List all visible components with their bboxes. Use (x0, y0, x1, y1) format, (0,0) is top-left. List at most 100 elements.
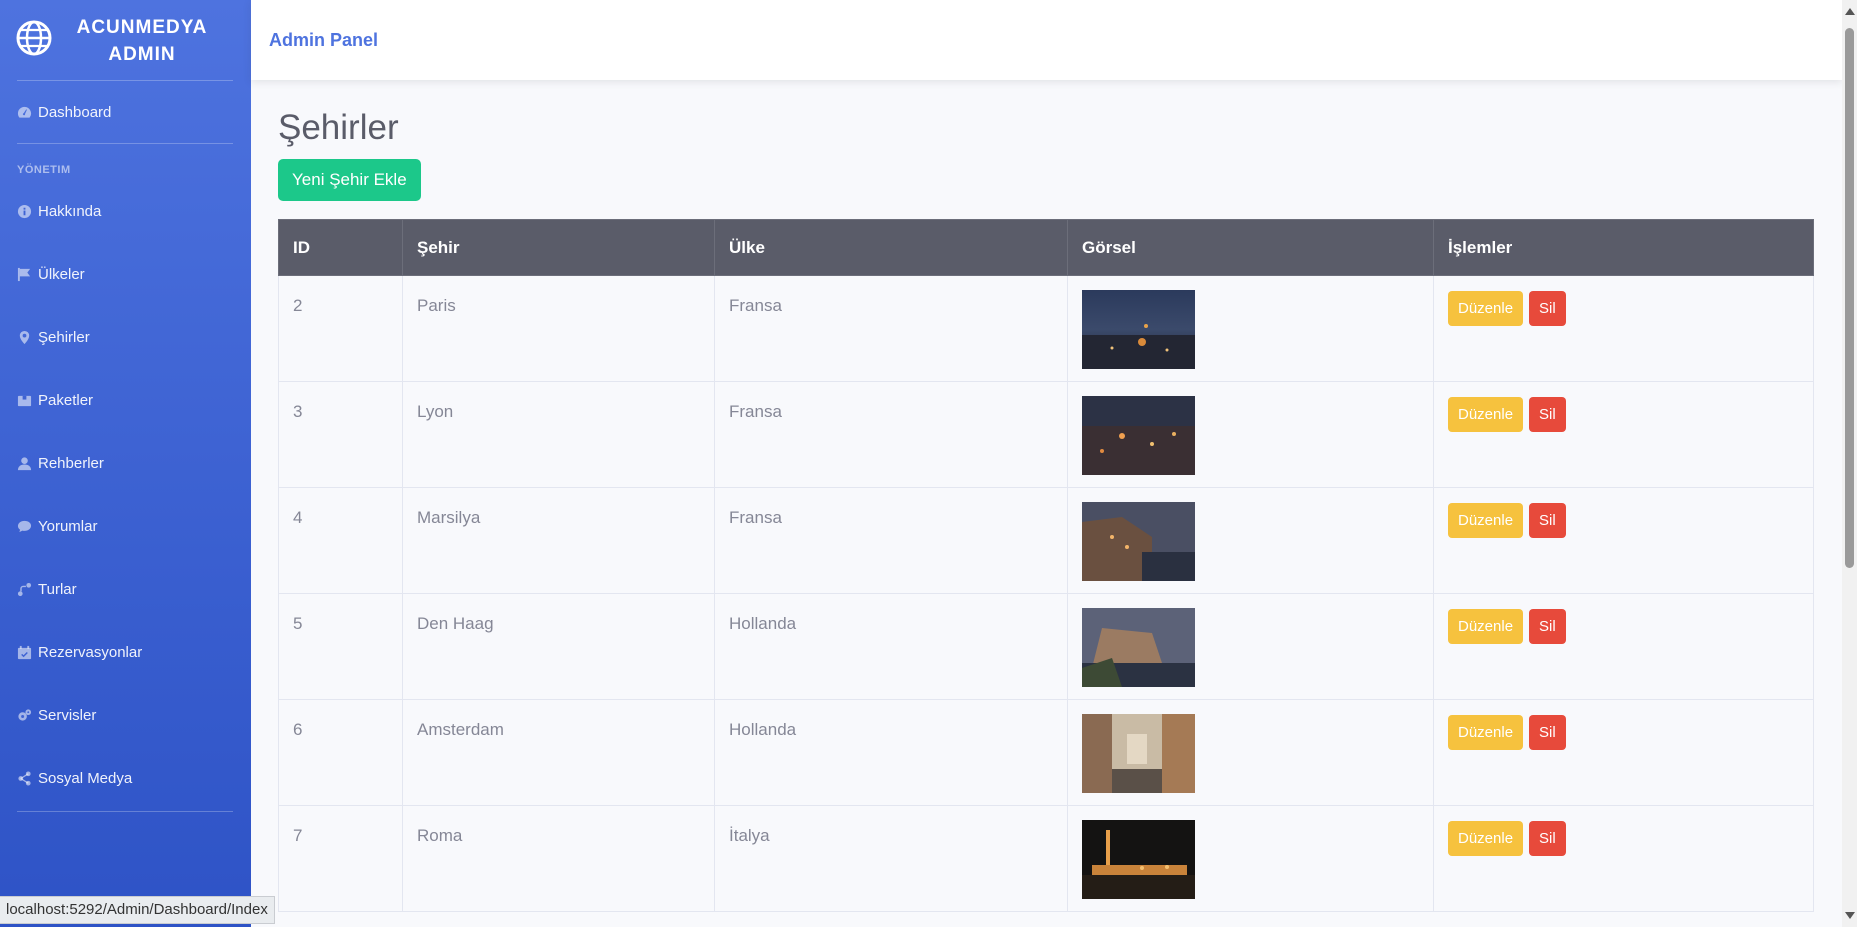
sidebar-item-label: Şehirler (38, 329, 90, 346)
cell-country: Fransa (714, 275, 1068, 382)
cell-id: 3 (278, 381, 403, 488)
delete-button[interactable]: Sil (1529, 397, 1566, 432)
sidebar-item-paketler[interactable]: Paketler (17, 392, 93, 409)
row-actions: Düzenle Sil (1448, 397, 1799, 432)
sidebar-divider (17, 143, 233, 144)
sidebar-item-rezervasyonlar[interactable]: Rezervasyonlar (17, 644, 142, 661)
cell-id: 6 (278, 699, 403, 806)
sidebar-item-label: Servisler (38, 707, 97, 724)
page-title: Şehirler (278, 108, 399, 147)
cell-city: Lyon (402, 381, 715, 488)
cell-id: 5 (278, 593, 403, 700)
calendar-check-icon (17, 645, 32, 660)
sidebar-item-label: Yorumlar (38, 518, 98, 535)
cell-actions: Düzenle Sil (1433, 805, 1814, 912)
column-header-id: ID (278, 219, 403, 276)
edit-button[interactable]: Düzenle (1448, 821, 1524, 856)
box-icon (17, 395, 32, 407)
edit-button[interactable]: Düzenle (1448, 291, 1524, 326)
city-image (1082, 396, 1195, 475)
cell-actions: Düzenle Sil (1433, 275, 1814, 382)
row-actions: Düzenle Sil (1448, 609, 1799, 644)
sidebar-item-rehberler[interactable]: Rehberler (17, 455, 104, 472)
cell-actions: Düzenle Sil (1433, 381, 1814, 488)
cell-country: Fransa (714, 487, 1068, 594)
brand-line-2: ADMIN (108, 44, 176, 65)
info-icon (17, 204, 32, 219)
scroll-down-arrow-icon[interactable] (1845, 912, 1855, 919)
cell-city: Amsterdam (402, 699, 715, 806)
sidebar-item-label: Paketler (38, 392, 94, 409)
edit-button[interactable]: Düzenle (1448, 503, 1524, 538)
sidebar-item-hakkinda[interactable]: Hakkında (17, 203, 101, 220)
column-header-country: Ülke (714, 219, 1068, 276)
scroll-up-arrow-icon[interactable] (1845, 8, 1855, 15)
topbar: Admin Panel (251, 0, 1842, 80)
status-bar-url: localhost:5292/Admin/Dashboard/Index (0, 896, 275, 924)
cell-city: Paris (402, 275, 715, 382)
sidebar-item-dashboard[interactable]: Dashboard (17, 104, 111, 121)
delete-button[interactable]: Sil (1529, 503, 1566, 538)
table-row: 2 Paris Fransa Düzenle Sil (278, 275, 1814, 382)
table-row: 7 Roma İtalya Düzenle Sil (278, 805, 1814, 912)
sidebar-item-sehirler[interactable]: Şehirler (17, 329, 90, 346)
column-header-image: Görsel (1067, 219, 1434, 276)
cell-city: Roma (402, 805, 715, 912)
sidebar-item-sosyal-medya[interactable]: Sosyal Medya (17, 770, 132, 787)
delete-button[interactable]: Sil (1529, 291, 1566, 326)
map-marker-icon (19, 330, 30, 345)
delete-button[interactable]: Sil (1529, 821, 1566, 856)
sidebar-item-ulkeler[interactable]: Ülkeler (17, 266, 85, 283)
sidebar-item-label: Sosyal Medya (38, 770, 133, 787)
cell-image (1067, 805, 1434, 912)
sidebar-item-label: Hakkında (38, 203, 102, 220)
cell-id: 2 (278, 275, 403, 382)
table-row: 4 Marsilya Fransa Düzenle Sil (278, 487, 1814, 594)
scrollbar-thumb[interactable] (1845, 28, 1854, 568)
delete-button[interactable]: Sil (1529, 609, 1566, 644)
edit-button[interactable]: Düzenle (1448, 715, 1524, 750)
city-image (1082, 714, 1195, 793)
row-actions: Düzenle Sil (1448, 503, 1799, 538)
cell-city: Den Haag (402, 593, 715, 700)
cell-id: 4 (278, 487, 403, 594)
brand-name: ACUNMEDYA ADMIN (62, 14, 222, 68)
sidebar-item-label: Rezervasyonlar (38, 644, 143, 661)
cell-image (1067, 699, 1434, 806)
sidebar-item-yorumlar[interactable]: Yorumlar (17, 518, 97, 535)
add-city-button[interactable]: Yeni Şehir Ekle (278, 159, 421, 201)
cogs-icon (18, 709, 32, 721)
sidebar-item-servisler[interactable]: Servisler (17, 707, 96, 724)
cell-actions: Düzenle Sil (1433, 487, 1814, 594)
cell-city: Marsilya (402, 487, 715, 594)
row-actions: Düzenle Sil (1448, 291, 1799, 326)
city-image (1082, 608, 1195, 687)
page-scrollbar[interactable] (1842, 0, 1857, 927)
cell-image (1067, 381, 1434, 488)
topbar-title[interactable]: Admin Panel (269, 30, 378, 51)
cell-image (1067, 275, 1434, 382)
row-actions: Düzenle Sil (1448, 821, 1799, 856)
cell-image (1067, 487, 1434, 594)
cell-country: Hollanda (714, 699, 1068, 806)
cell-actions: Düzenle Sil (1433, 699, 1814, 806)
sidebar-brand[interactable]: ACUNMEDYA ADMIN (0, 0, 251, 80)
city-image (1082, 820, 1195, 899)
sidebar: ACUNMEDYA ADMIN Dashboard YÖNETIM Hakkın… (0, 0, 251, 927)
route-icon (17, 582, 32, 597)
cell-country: İtalya (714, 805, 1068, 912)
column-header-city: Şehir (402, 219, 715, 276)
edit-button[interactable]: Düzenle (1448, 397, 1524, 432)
cell-actions: Düzenle Sil (1433, 593, 1814, 700)
table-row: 3 Lyon Fransa Düzenle Sil (278, 381, 1814, 488)
cell-country: Hollanda (714, 593, 1068, 700)
comment-icon (17, 520, 32, 533)
sidebar-divider (17, 80, 233, 81)
city-image (1082, 290, 1195, 369)
user-tie-icon (17, 457, 32, 471)
city-image (1082, 502, 1195, 581)
sidebar-item-turlar[interactable]: Turlar (17, 581, 77, 598)
delete-button[interactable]: Sil (1529, 715, 1566, 750)
sidebar-item-label: Dashboard (38, 104, 112, 121)
edit-button[interactable]: Düzenle (1448, 609, 1524, 644)
